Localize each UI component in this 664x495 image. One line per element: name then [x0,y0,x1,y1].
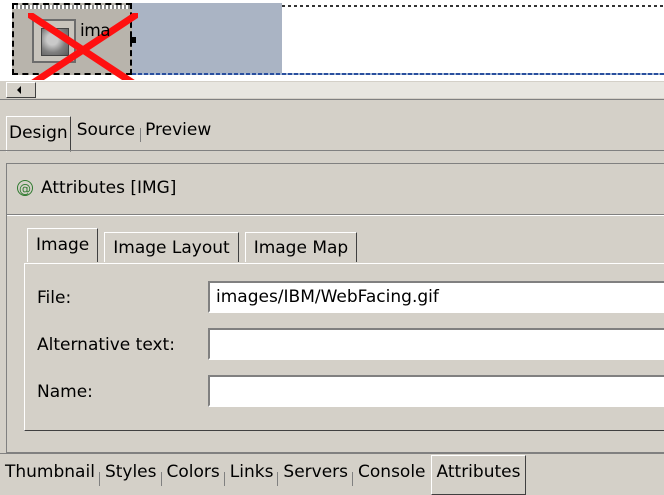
tab-colors[interactable]: Colors [160,456,225,494]
image-alt-label: ima [80,21,111,41]
name-field[interactable] [208,375,664,407]
divider [0,453,664,454]
alt-text-field[interactable] [208,328,664,360]
bottom-view-tabs: Thumbnail Styles Colors Links Servers Co… [0,455,527,495]
view-title-text: Attributes [IMG] [41,178,177,198]
tab-servers[interactable]: Servers [277,456,353,494]
tab-label: Styles [104,462,157,482]
tab-label: Colors [166,462,220,482]
page-view-tabs: Design Source Preview [6,114,213,152]
tab-preview[interactable]: Preview [140,114,213,150]
tab-label: Design [9,123,68,143]
tab-image-map[interactable]: Image Map [244,232,358,262]
at-sign-icon: @ [17,180,33,196]
broken-image-icon [28,13,138,80]
resize-handle[interactable] [130,37,136,43]
tab-thumbnail[interactable]: Thumbnail [0,456,100,494]
tab-links[interactable]: Links [223,456,279,494]
tab-label: Image Map [253,238,349,258]
tab-label: Preview [145,120,212,140]
name-label: Name: [37,382,93,402]
alt-text-label: Alternative text: [37,335,175,355]
tab-image[interactable]: Image [27,228,99,262]
selected-region [132,3,282,75]
scroll-track[interactable] [36,82,664,98]
tab-label: Servers [283,462,349,482]
selection-dotted-border [132,73,664,75]
tab-label: Attributes [436,462,521,482]
tab-source[interactable]: Source [75,114,137,150]
file-field[interactable]: images/IBM/WebFacing.gif [208,281,664,313]
tab-label: Links [229,462,274,482]
attribute-tabs: Image Image Layout Image Map [27,228,363,262]
scroll-left-button[interactable] [6,82,36,98]
selected-image-element[interactable]: ima [12,3,138,80]
tab-label: Thumbnail [5,462,95,482]
tab-design[interactable]: Design [6,116,71,152]
divider [7,215,664,216]
tab-label: Image [36,235,90,255]
tab-label: Source [76,120,136,140]
tab-styles[interactable]: Styles [98,456,162,494]
tab-label: Image Layout [113,238,230,258]
file-label: File: [37,288,72,308]
view-title: @ Attributes [IMG] [17,178,176,198]
attributes-view: @ Attributes [IMG] Image Image Layout Im… [6,163,664,453]
design-canvas[interactable]: ima [0,0,664,80]
divider [0,150,664,151]
tab-console[interactable]: Console [352,456,431,494]
tab-image-layout[interactable]: Image Layout [104,232,239,262]
horizontal-scrollbar[interactable] [0,80,664,100]
image-attributes-panel: File: images/IBM/WebFacing.gif Alternati… [24,263,664,431]
tab-label: Console [358,462,426,482]
tab-attributes[interactable]: Attributes [430,455,527,495]
